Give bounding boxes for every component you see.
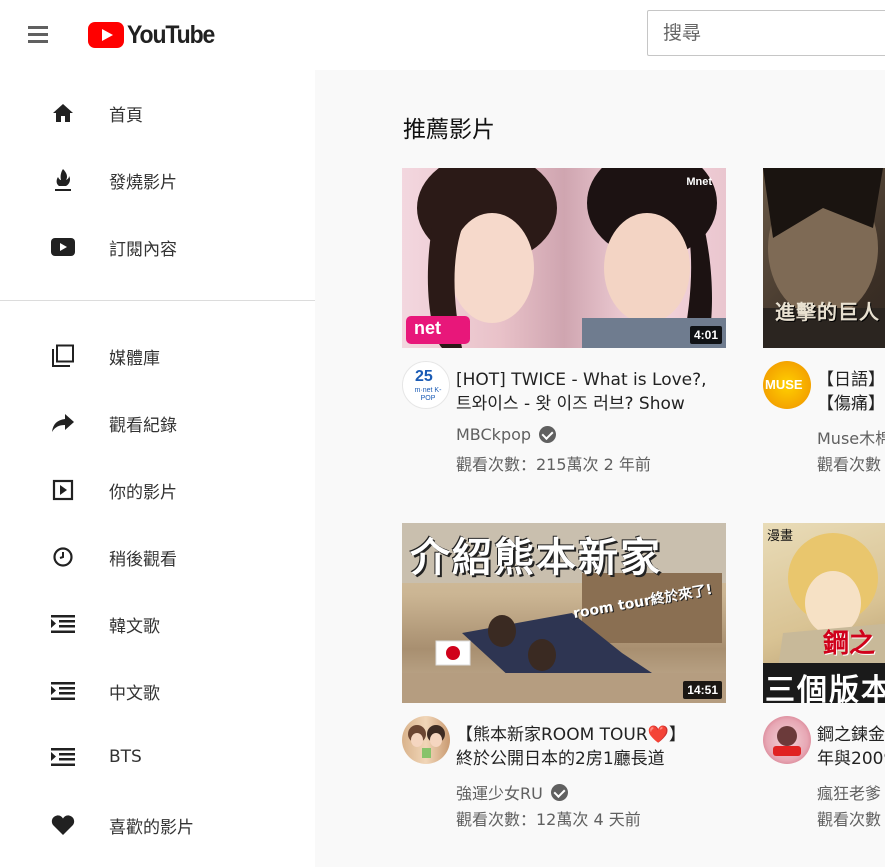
logo-text: YouTube bbox=[127, 20, 215, 49]
sidebar-item-liked-videos[interactable]: 喜歡的影片 bbox=[0, 799, 315, 851]
heart-icon bbox=[50, 812, 76, 838]
video-card[interactable]: net Mnet 4:01 25 m·net K-POP [HOT] TWICE… bbox=[402, 168, 726, 474]
top-bar: YouTube bbox=[0, 0, 885, 70]
main-content: 推薦影片 net Mnet 4:01 25 m·net K-POP [HOT] … bbox=[315, 70, 885, 867]
sidebar-item-home[interactable]: 首頁 bbox=[0, 87, 315, 139]
channel-name[interactable]: MBCkpop bbox=[456, 425, 557, 444]
search-box[interactable] bbox=[647, 10, 885, 56]
video-title[interactable]: 鋼之鍊金 年與2009 bbox=[817, 723, 885, 771]
video-meta: 觀看次數：215萬次 2 年前 bbox=[456, 455, 651, 474]
sidebar-item-playlist-chinese[interactable]: 中文歌 bbox=[0, 665, 315, 717]
channel-avatar[interactable]: 25 m·net K-POP bbox=[402, 361, 450, 409]
video-title[interactable]: [HOT] TWICE - What is Love?, 트와이스 - 왓 이즈… bbox=[456, 368, 726, 416]
sidebar-item-playlist-korean[interactable]: 韓文歌 bbox=[0, 598, 315, 650]
playlist-icon bbox=[50, 678, 76, 704]
thumbnail-red-text: 鋼之 bbox=[823, 629, 876, 659]
youtube-play-logo-icon bbox=[88, 22, 124, 48]
your-videos-play-icon bbox=[50, 477, 76, 503]
sidebar-item-your-videos[interactable]: 你的影片 bbox=[0, 464, 315, 516]
video-meta: 觀看次數：12萬次 4 天前 bbox=[456, 810, 641, 829]
video-duration: 4:01 bbox=[689, 326, 722, 344]
verified-check-icon bbox=[539, 426, 557, 443]
avatar-text: MUSE bbox=[765, 377, 803, 392]
sidebar-divider bbox=[0, 300, 315, 301]
channel-avatar[interactable] bbox=[402, 716, 450, 764]
mnet-watermark: net bbox=[414, 318, 441, 338]
video-title-line: 鋼之鍊金 bbox=[817, 725, 885, 745]
sidebar-item-label: 首頁 bbox=[109, 105, 143, 126]
thumbnail-title-text: 三個版本 bbox=[765, 673, 885, 703]
search-input[interactable] bbox=[648, 11, 885, 55]
thumbnail-corner-text: 漫畫 bbox=[767, 529, 794, 544]
sidebar-item-label: 發燒影片 bbox=[109, 172, 177, 193]
video-title[interactable]: 【日語】 【傷痛】 bbox=[817, 368, 885, 416]
sidebar-item-label: 韓文歌 bbox=[109, 616, 160, 637]
avatar-subtext: m·net K-POP bbox=[414, 387, 442, 402]
video-title-line: [HOT] TWICE - What is Love?, bbox=[456, 370, 707, 390]
channel-name-text: 強運少女RU bbox=[456, 784, 543, 803]
video-card[interactable]: 漫畫 鋼之 三個版本 鋼之鍊金 年與2009 瘋狂老爹 觀看次數 bbox=[763, 523, 885, 829]
channel-avatar[interactable] bbox=[763, 716, 811, 764]
channel-name-text: MBCkpop bbox=[456, 425, 532, 444]
sidebar-item-label: 你的影片 bbox=[109, 482, 177, 503]
video-card[interactable]: 進擊的巨人 MUSE 【日語】 【傷痛】 Muse木棉 觀看次數 bbox=[763, 168, 885, 474]
sidebar-item-label: 觀看紀錄 bbox=[109, 415, 177, 436]
video-title-line: 【傷痛】 bbox=[817, 394, 885, 414]
video-title-line: 【熊本新家ROOM TOUR❤️】 bbox=[456, 725, 686, 745]
video-thumbnail[interactable]: 介紹熊本新家 room tour終於來了! 14:51 bbox=[402, 523, 726, 703]
hamburger-menu-icon[interactable] bbox=[26, 22, 50, 46]
video-meta: 觀看次數 bbox=[817, 455, 882, 474]
sidebar-item-label: 稍後觀看 bbox=[109, 549, 177, 570]
sidebar-item-label: 中文歌 bbox=[109, 683, 160, 704]
avatar-image bbox=[408, 725, 445, 758]
sidebar-item-trending[interactable]: 發燒影片 bbox=[0, 154, 315, 206]
sidebar-item-watch-later[interactable]: 稍後觀看 bbox=[0, 531, 315, 583]
sidebar-item-label: 媒體庫 bbox=[109, 348, 160, 369]
history-share-arrow-icon bbox=[50, 410, 76, 436]
video-title-line: 트와이스 - 왓 이즈 러브? Show bbox=[456, 394, 685, 414]
mnet-corner-logo: Mnet bbox=[686, 176, 712, 188]
channel-name[interactable]: 瘋狂老爹 bbox=[817, 780, 881, 804]
thumbnail-image bbox=[406, 168, 726, 348]
playlist-icon bbox=[50, 611, 76, 637]
youtube-logo[interactable]: YouTube bbox=[88, 20, 222, 50]
video-title-line: 終於公開日本的2房1廳長道 bbox=[456, 749, 665, 769]
home-icon bbox=[50, 100, 76, 126]
trending-fire-icon bbox=[50, 167, 76, 193]
thumbnail-title-text: 介紹熊本新家 bbox=[410, 535, 662, 581]
sidebar-item-history[interactable]: 觀看紀錄 bbox=[0, 397, 315, 449]
sidebar-item-playlist-bts[interactable]: BTS bbox=[0, 731, 315, 783]
video-title-line: 【日語】 bbox=[817, 370, 885, 390]
sidebar-item-label: BTS bbox=[109, 747, 142, 767]
library-icon bbox=[50, 343, 76, 369]
video-duration: 14:51 bbox=[683, 681, 722, 699]
watch-later-clock-icon bbox=[50, 544, 76, 570]
channel-name[interactable]: Muse木棉 bbox=[817, 425, 885, 449]
video-title[interactable]: 【熊本新家ROOM TOUR❤️】 終於公開日本的2房1廳長道 bbox=[456, 723, 726, 771]
thumbnail-title-text: 進擊的巨人 bbox=[775, 300, 880, 324]
sidebar-item-subscriptions[interactable]: 訂閱內容 bbox=[0, 221, 315, 273]
sidebar: 首頁 發燒影片 訂閱內容 媒體庫 觀看紀錄 你的影片 稍後觀看 韓文歌 中文歌 … bbox=[0, 70, 315, 867]
playlist-icon bbox=[50, 744, 76, 770]
video-title-line: 年與2009 bbox=[817, 749, 885, 769]
verified-check-icon bbox=[550, 783, 568, 801]
sidebar-item-label: 訂閱內容 bbox=[109, 239, 177, 260]
channel-name-text: 瘋狂老爹 bbox=[817, 784, 882, 803]
video-thumbnail[interactable]: 漫畫 鋼之 三個版本 bbox=[763, 523, 885, 703]
video-thumbnail[interactable]: net Mnet 4:01 bbox=[402, 168, 726, 348]
channel-avatar[interactable]: MUSE bbox=[763, 361, 811, 409]
channel-name[interactable]: 強運少女RU bbox=[456, 780, 568, 804]
avatar-image bbox=[773, 726, 801, 756]
sidebar-item-label: 喜歡的影片 bbox=[109, 817, 194, 838]
video-card[interactable]: 介紹熊本新家 room tour終於來了! 14:51 【熊本新家ROOM TO… bbox=[402, 523, 726, 829]
sidebar-item-library[interactable]: 媒體庫 bbox=[0, 330, 315, 382]
section-title: 推薦影片 bbox=[403, 117, 495, 143]
channel-name-text: Muse木棉 bbox=[817, 429, 885, 448]
video-meta: 觀看次數 bbox=[817, 810, 882, 829]
video-thumbnail[interactable]: 進擊的巨人 bbox=[763, 168, 885, 348]
avatar-text: 25 bbox=[415, 368, 433, 385]
subscriptions-icon bbox=[50, 234, 76, 260]
